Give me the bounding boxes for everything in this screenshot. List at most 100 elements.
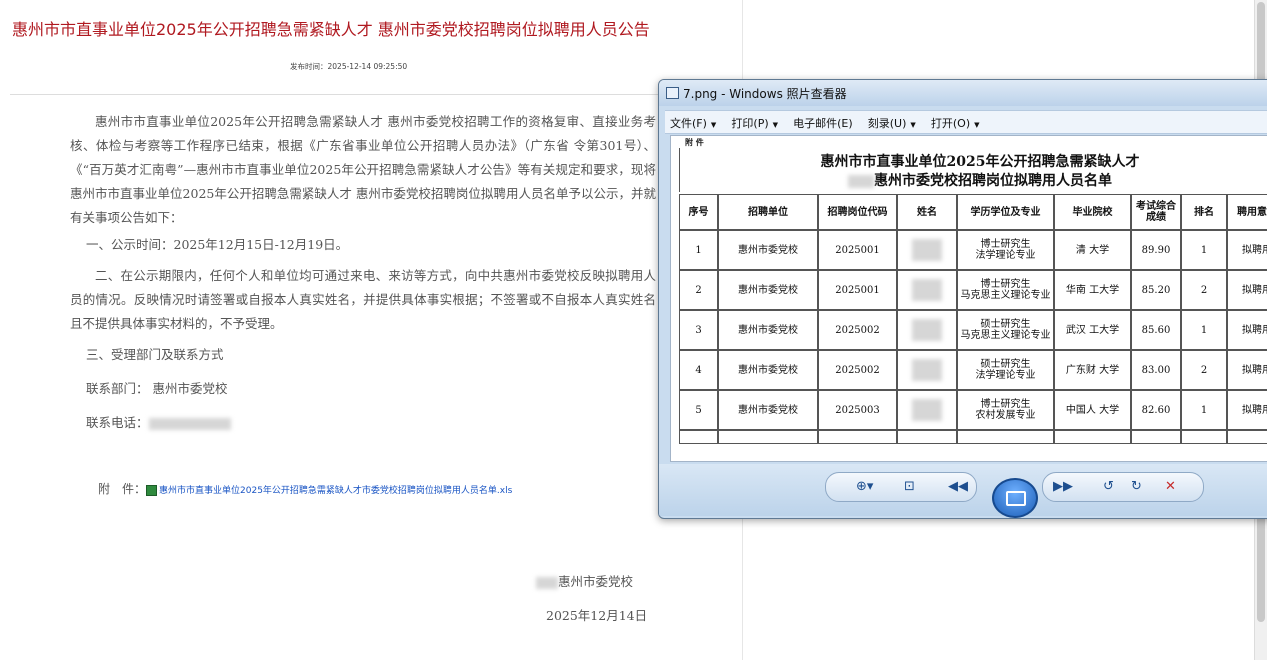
table-cell: 85.60	[1131, 310, 1181, 350]
caption-line2: 惠州市委党校招聘岗位拟聘用人员名单	[680, 170, 1267, 190]
divider	[10, 94, 732, 95]
table-cell	[897, 390, 957, 430]
table-empty-cell	[679, 430, 718, 444]
viewer-title: 7.png - Windows 照片查看器	[683, 87, 847, 101]
signature-org-text: 惠州市委党校	[558, 574, 634, 589]
table-cell: 85.20	[1131, 270, 1181, 310]
table-empty-cell	[818, 430, 897, 444]
rotate-right-icon[interactable]: ↻	[1131, 479, 1142, 494]
contact-dept: 联系部门： 惠州市委党校	[86, 381, 228, 396]
table-cell	[897, 350, 957, 390]
table-cell: 1	[1181, 310, 1227, 350]
table-cell: 5	[679, 390, 718, 430]
contact-phone-label: 联系电话：	[86, 415, 149, 430]
table-header-cell: 排名	[1181, 194, 1227, 230]
name-redacted	[912, 319, 942, 341]
table-cell: 硕士研究生 马克思主义理论专业	[957, 310, 1054, 350]
menu-file[interactable]: 文件(F) ▼	[665, 111, 721, 131]
table-cell: 拟聘用	[1227, 270, 1267, 310]
table-cell: 2025001	[818, 230, 897, 270]
table-cell: 2025001	[818, 270, 897, 310]
table-cell: 博士研究生 马克思主义理论专业	[957, 270, 1054, 310]
table-cell: 博士研究生 法学理论专业	[957, 230, 1054, 270]
paragraph-feedback: 二、在公示期限内，任何个人和单位均可通过来电、来访等方式，向中共惠州市委党校反映…	[70, 268, 656, 331]
toolbar-right-group: ▶▶ ↺ ↻ ✕	[1042, 472, 1204, 502]
table-cell: 1	[679, 230, 718, 270]
fit-icon[interactable]: ⊡	[904, 479, 915, 494]
slideshow-icon[interactable]	[992, 478, 1038, 518]
phone-redacted	[148, 417, 231, 430]
org-redacted	[536, 576, 558, 589]
table-cell: 惠州市委党校	[718, 270, 818, 310]
table-header-cell: 招聘单位	[718, 194, 818, 230]
next-icon[interactable]: ▶▶	[1053, 479, 1073, 494]
table-header-cell: 毕业院校	[1054, 194, 1131, 230]
viewer-titlebar[interactable]: 7.png - Windows 照片查看器	[659, 80, 1267, 106]
table-caption: 惠州市市直事业单位2025年公开招聘急需紧缺人才 惠州市委党校招聘岗位拟聘用人员…	[679, 148, 1267, 192]
table-cell: 清 大学	[1054, 230, 1131, 270]
table-header-cell: 姓名	[897, 194, 957, 230]
menu-email[interactable]: 电子邮件(E)	[788, 111, 858, 131]
table-cell	[897, 270, 957, 310]
image-icon	[666, 87, 679, 99]
table-cell: 惠州市委党校	[718, 390, 818, 430]
table-cell: 拟聘用	[1227, 390, 1267, 430]
signature-date: 2025年12月14日	[546, 608, 648, 623]
signature-org: 惠州市委党校	[536, 571, 633, 590]
caption-line1: 惠州市市直事业单位2025年公开招聘急需紧缺人才	[820, 154, 1140, 170]
table-cell: 1	[1181, 230, 1227, 270]
delete-icon[interactable]: ✕	[1165, 479, 1176, 494]
attachment-label: 附 件：	[98, 482, 147, 496]
image-canvas: 附 件 惠州市市直事业单位2025年公开招聘急需紧缺人才 惠州市委党校招聘岗位拟…	[670, 135, 1267, 462]
publish-time: 发布时间：2025-12-14 09:25:50	[290, 62, 408, 71]
table-cell: 2025003	[818, 390, 897, 430]
table-cell: 2	[1181, 350, 1227, 390]
contact-phone: 联系电话：	[86, 412, 231, 431]
table-cell: 2	[679, 270, 718, 310]
paragraph-feedback-wrap: 二、在公示期限内，任何个人和单位均可通过来电、来访等方式，向中共惠州市委党校反映…	[70, 264, 656, 336]
photo-viewer-window[interactable]: 7.png - Windows 照片查看器 文件(F) ▼ 打印(P) ▼ 电子邮件…	[658, 79, 1267, 519]
table-empty-cell	[1227, 430, 1267, 444]
table-cell: 拟聘用	[1227, 350, 1267, 390]
previous-icon[interactable]: ◀◀	[948, 479, 968, 494]
table-cell: 2025002	[818, 350, 897, 390]
table-cell: 华南 工大学	[1054, 270, 1131, 310]
table-cell: 武汉 工大学	[1054, 310, 1131, 350]
name-redacted	[912, 239, 942, 261]
table-header-cell: 聘用意见	[1227, 194, 1267, 230]
name-redacted	[912, 399, 942, 421]
table-empty-cell	[957, 430, 1054, 444]
paragraph-intro: 惠州市市直事业单位2025年公开招聘急需紧缺人才 惠州市委党校招聘工作的资格复审…	[70, 114, 656, 225]
menu-print[interactable]: 打印(P) ▼	[726, 111, 783, 131]
table-cell: 2	[1181, 270, 1227, 310]
paragraph-contact-heading: 三、受理部门及联系方式	[86, 347, 224, 362]
table-empty-cell	[897, 430, 957, 444]
table-cell: 惠州市委党校	[718, 230, 818, 270]
table-header-cell: 考试综合成绩	[1131, 194, 1181, 230]
attachment-link[interactable]: 惠州市市直事业单位2025年公开招聘急需紧缺人才市委党校招聘岗位拟聘用人员名单.…	[159, 486, 512, 496]
attachment: 附 件： 惠州市市直事业单位2025年公开招聘急需紧缺人才市委党校招聘岗位拟聘用人…	[98, 480, 512, 497]
table-cell: 83.00	[1131, 350, 1181, 390]
paragraph-period: 一、公示时间：2025年12月15日-12月19日。	[86, 237, 349, 252]
table-cell: 3	[679, 310, 718, 350]
table-empty-cell	[1054, 430, 1131, 444]
menu-burn[interactable]: 刻录(U) ▼	[863, 111, 921, 131]
xls-file-icon	[146, 484, 158, 496]
viewer-menubar: 文件(F) ▼ 打印(P) ▼ 电子邮件(E) 刻录(U) ▼ 打开(O) ▼	[665, 110, 1267, 134]
table-cell: 广东财 大学	[1054, 350, 1131, 390]
menu-open[interactable]: 打开(O) ▼	[926, 111, 985, 131]
table-cell: 89.90	[1131, 230, 1181, 270]
table-cell: 硕士研究生 法学理论专业	[957, 350, 1054, 390]
document-page: 惠州市市直事业单位2025年公开招聘急需紧缺人才 惠州市委党校招聘岗位拟聘用人员…	[0, 0, 742, 660]
table-empty-cell	[718, 430, 818, 444]
rotate-left-icon[interactable]: ↺	[1103, 479, 1114, 494]
page-title: 惠州市市直事业单位2025年公开招聘急需紧缺人才 惠州市委党校招聘岗位拟聘用人员…	[12, 20, 650, 39]
zoom-icon[interactable]: ⊕▾	[856, 479, 873, 494]
viewer-toolbar: ⊕▾ ⊡ ◀◀ ▶▶ ↺ ↻ ✕	[659, 464, 1267, 516]
toolbar-left-group: ⊕▾ ⊡ ◀◀	[825, 472, 977, 502]
table-empty-cell	[1131, 430, 1181, 444]
table-header-cell: 学历学位及专业	[957, 194, 1054, 230]
table-cell: 博士研究生 农村发展专业	[957, 390, 1054, 430]
name-redacted	[912, 359, 942, 381]
table-header-cell: 序号	[679, 194, 718, 230]
